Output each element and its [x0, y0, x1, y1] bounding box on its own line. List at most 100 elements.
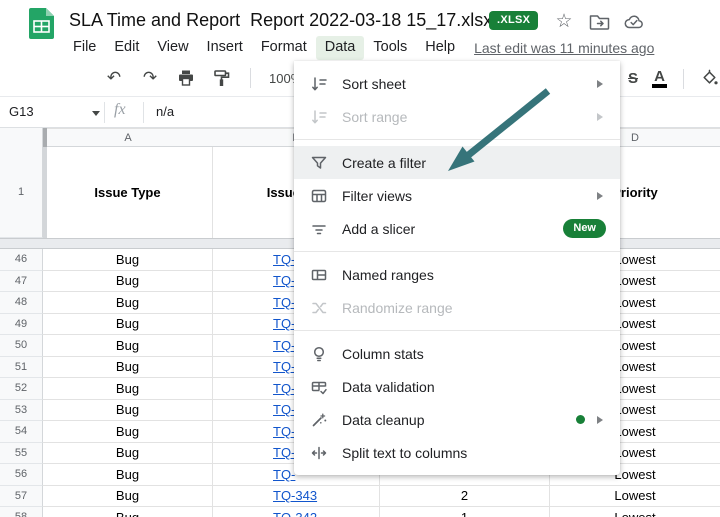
cell-issue-type[interactable]: Bug	[43, 421, 213, 443]
shuffle-icon	[310, 299, 328, 317]
issue-link[interactable]: TQ-	[273, 445, 295, 460]
cell-priority[interactable]: Lowest	[550, 486, 720, 508]
row-number[interactable]: 47	[0, 271, 43, 293]
row-number[interactable]: 54	[0, 421, 43, 443]
toolbar-right: S A	[628, 60, 719, 97]
text-color-icon[interactable]: A	[652, 70, 667, 88]
menu-insert[interactable]: Insert	[198, 36, 252, 60]
cell-issue-type[interactable]: Bug	[43, 314, 213, 336]
issue-link[interactable]: TQ-	[273, 252, 295, 267]
chevron-down-icon[interactable]	[92, 111, 100, 116]
issue-link[interactable]: TQ-342	[273, 510, 317, 517]
last-edit-link[interactable]: Last edit was 11 minutes ago	[474, 40, 654, 56]
menu-view[interactable]: View	[148, 36, 197, 60]
column-header-d[interactable]: D	[631, 132, 639, 144]
cell-issue-type[interactable]: Bug	[43, 378, 213, 400]
row-number[interactable]: 57	[0, 486, 43, 508]
menu-item-label: Sort sheet	[342, 76, 597, 92]
formula-input[interactable]: n/a	[156, 104, 174, 119]
submenu-arrow-icon	[597, 192, 603, 200]
cell-issue-type[interactable]: Bug	[43, 486, 213, 508]
row-number[interactable]: 51	[0, 357, 43, 379]
cell-a1[interactable]: Issue Type	[43, 147, 213, 238]
row-number[interactable]: 50	[0, 335, 43, 357]
row-number[interactable]: 49	[0, 314, 43, 336]
cell-issue-type[interactable]: Bug	[43, 271, 213, 293]
row-number[interactable]: 48	[0, 292, 43, 314]
cell-issue-type[interactable]: Bug	[43, 443, 213, 465]
undo-icon[interactable]: ↶	[104, 68, 124, 88]
row-number[interactable]: 58	[0, 507, 43, 517]
row-number[interactable]: 1	[0, 147, 43, 238]
cell-issue-type[interactable]: Bug	[43, 507, 213, 517]
menu-file[interactable]: File	[64, 36, 105, 60]
divider	[143, 102, 144, 123]
cell-issue-key[interactable]: TQ-342	[213, 507, 380, 517]
menu-help[interactable]: Help	[416, 36, 464, 60]
cell-value[interactable]: 1	[380, 507, 550, 517]
row-number[interactable]: 53	[0, 400, 43, 422]
select-all-corner[interactable]	[0, 128, 43, 147]
menu-item-filter-views[interactable]: Filter views	[294, 179, 620, 212]
cell-issue-type[interactable]: Bug	[43, 249, 213, 271]
cell-issue-key[interactable]: TQ-343	[213, 486, 380, 508]
issue-link[interactable]: TQ-	[273, 359, 295, 374]
cell-priority[interactable]: Lowest	[550, 507, 720, 517]
menu-tools[interactable]: Tools	[364, 36, 416, 60]
issue-link[interactable]: TQ-	[273, 467, 295, 482]
redo-icon[interactable]: ↷	[140, 68, 160, 88]
star-icon[interactable]: ☆	[553, 11, 575, 33]
menu-item-create-a-filter[interactable]: Create a filter	[294, 146, 620, 179]
menu-format[interactable]: Format	[252, 36, 316, 60]
sheets-logo-icon[interactable]	[29, 8, 54, 39]
fill-color-icon[interactable]	[700, 69, 719, 88]
cell-value[interactable]: 2	[380, 486, 550, 508]
issue-link[interactable]: TQ-	[273, 381, 295, 396]
slicer-icon	[310, 220, 328, 238]
menu-item-named-ranges[interactable]: Named ranges	[294, 258, 620, 291]
name-box[interactable]: G13	[9, 104, 34, 119]
row-number[interactable]: 55	[0, 443, 43, 465]
cell-issue-type[interactable]: Bug	[43, 464, 213, 486]
menu-divider	[294, 251, 620, 252]
issue-link[interactable]: TQ-	[273, 402, 295, 417]
cell-issue-type[interactable]: Bug	[43, 357, 213, 379]
issue-link[interactable]: TQ-	[273, 295, 295, 310]
strikethrough-icon[interactable]: S	[628, 70, 638, 87]
cell-issue-type[interactable]: Bug	[43, 335, 213, 357]
print-icon[interactable]	[176, 68, 196, 88]
column-header-a[interactable]: A	[124, 132, 131, 144]
issue-link[interactable]: TQ-	[273, 338, 295, 353]
frozen-column-divider[interactable]	[43, 147, 47, 238]
menu-item-add-a-slicer[interactable]: Add a slicer New	[294, 212, 620, 245]
menu-item-label: Filter views	[342, 188, 597, 204]
data-validation-icon	[310, 378, 328, 396]
issue-link[interactable]: TQ-	[273, 424, 295, 439]
move-folder-icon[interactable]	[589, 11, 611, 33]
google-sheets-window: SLA Time and Report Report 2022-03-18 15…	[0, 0, 720, 517]
row-number[interactable]: 56	[0, 464, 43, 486]
menu-item-label: Named ranges	[342, 267, 606, 283]
issue-link[interactable]: TQ-	[273, 316, 295, 331]
filter-icon	[310, 154, 328, 172]
frozen-column-divider[interactable]	[43, 128, 47, 147]
document-title[interactable]: SLA Time and Report Report 2022-03-18 15…	[69, 10, 492, 31]
menu-item-sort-sheet[interactable]: Sort sheet	[294, 67, 620, 100]
issue-link[interactable]: TQ-	[273, 273, 295, 288]
cell-issue-type[interactable]: Bug	[43, 400, 213, 422]
row-number[interactable]: 46	[0, 249, 43, 271]
menu-item-column-stats[interactable]: Column stats	[294, 337, 620, 370]
menu-item-label: Column stats	[342, 346, 606, 362]
menu-item-label: Sort range	[342, 109, 597, 125]
menu-item-data-cleanup[interactable]: Data cleanup	[294, 403, 620, 436]
menu-item-data-validation[interactable]: Data validation	[294, 370, 620, 403]
menu-edit[interactable]: Edit	[105, 36, 148, 60]
cell-issue-type[interactable]: Bug	[43, 292, 213, 314]
paint-format-icon[interactable]	[212, 68, 232, 88]
menu-item-split-text-to-columns[interactable]: Split text to columns	[294, 436, 620, 469]
cloud-saved-icon[interactable]	[623, 11, 645, 33]
table-row: 58Bug TQ-342 1Lowest	[0, 507, 720, 517]
menu-data[interactable]: Data	[316, 36, 365, 60]
row-number[interactable]: 52	[0, 378, 43, 400]
issue-link[interactable]: TQ-343	[273, 488, 317, 503]
